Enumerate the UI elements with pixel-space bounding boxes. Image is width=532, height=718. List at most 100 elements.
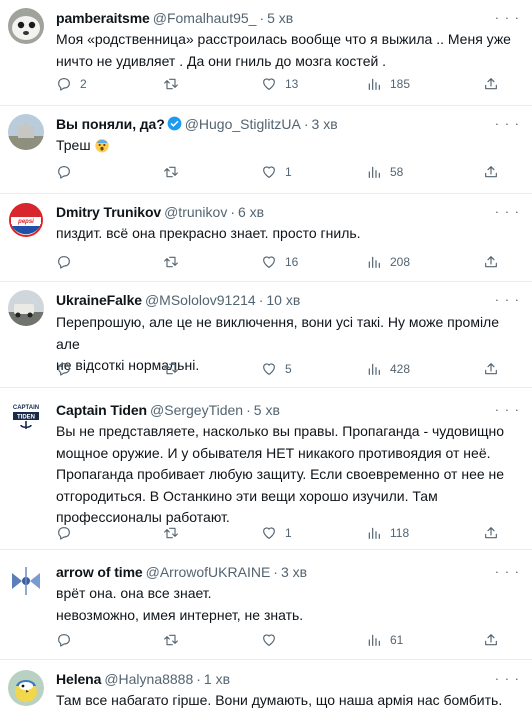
reply-tweet[interactable]: pamberaitsme @Fomalhaut95_ · 5 хв · · · Моя… [0, 0, 532, 106]
reply-tweet[interactable]: UkraineFalke @MSololov91214 · 10 хв · · · П… [0, 282, 532, 388]
reply-icon [58, 363, 70, 376]
views-button[interactable]: 428 [366, 359, 410, 379]
tweet-actions: 5 428 [56, 359, 499, 379]
user-handle[interactable]: @SergeyTiden [150, 402, 243, 418]
reply-tweet[interactable]: CAPTAIN TIDEN Captain Tiden @SergeyTiden · 5… [0, 388, 532, 550]
reply-button[interactable] [56, 252, 80, 272]
user-handle[interactable]: @Fomalhaut95_ [153, 10, 257, 26]
views-button[interactable]: 61 [366, 630, 403, 650]
reply-button[interactable]: 2 [56, 74, 87, 94]
timestamp[interactable]: 3 хв [281, 564, 307, 580]
avatar[interactable] [8, 114, 44, 150]
timestamp[interactable]: 1 хв [204, 671, 230, 687]
tweet-text: Треш [56, 135, 521, 157]
share-button[interactable] [483, 74, 499, 94]
tweet-actions: 1 58 [56, 162, 499, 182]
share-button[interactable] [483, 252, 499, 272]
reply-tweet[interactable]: arrow of time @ArrowofUKRAINE · 3 хв · · · … [0, 550, 532, 660]
reply-icon [58, 78, 70, 91]
tweet-text-line: Моя «родственница» расстроилась вообще ч… [56, 31, 511, 47]
user-handle[interactable]: @MSololov91214 [145, 292, 256, 308]
reply-button[interactable] [56, 630, 80, 650]
tweet-header: Helena @Halyna8888 · 1 хв [56, 669, 230, 689]
tweet-header: Dmitry Trunikov @trunikov · 6 хв [56, 202, 264, 222]
reply-tweet[interactable]: pepsi Dmitry Trunikov @trunikov · 6 хв · · … [0, 194, 532, 282]
tweet-text: врёт она. она все знает. невозможно, име… [56, 583, 521, 626]
retweet-button[interactable] [163, 162, 187, 182]
retweet-button[interactable] [163, 74, 187, 94]
share-button[interactable] [483, 162, 499, 182]
timestamp[interactable]: 5 хв [254, 402, 280, 418]
display-name[interactable]: Вы поняли, да? [56, 116, 165, 132]
retweet-button[interactable] [163, 252, 187, 272]
more-options-button[interactable]: · · · [495, 290, 520, 310]
tweet-text: Там все набагато гірше. Вони думають, що… [56, 690, 521, 712]
tweet-text: Моя «родственница» расстроилась вообще ч… [56, 29, 521, 72]
tweet-actions: 16 208 [56, 252, 499, 272]
reply-button[interactable] [56, 359, 80, 379]
reply-button[interactable] [56, 523, 80, 543]
like-count: 5 [285, 362, 292, 376]
views-button[interactable]: 58 [366, 162, 403, 182]
like-button[interactable]: 5 [261, 359, 292, 379]
like-button[interactable]: 1 [261, 523, 292, 543]
verified-badge-icon [167, 116, 182, 131]
retweet-button[interactable] [163, 630, 187, 650]
avatar[interactable]: pepsi [8, 202, 44, 238]
more-options-button[interactable]: · · · [495, 562, 520, 582]
like-button[interactable] [261, 630, 285, 650]
timestamp[interactable]: 3 хв [312, 116, 338, 132]
tweet-text-line: невозможно, имея интернет, не знать. [56, 606, 304, 623]
user-handle[interactable]: @Hugo_StiglitzUA [185, 116, 301, 132]
views-button[interactable]: 208 [366, 252, 410, 272]
more-options-button[interactable]: · · · [495, 202, 520, 222]
more-options-button[interactable]: · · · [495, 669, 520, 689]
timestamp[interactable]: 5 хв [267, 10, 293, 26]
tweet-text-line: Вы не представляете, насколько вы правы.… [56, 423, 505, 439]
like-button[interactable]: 1 [261, 162, 292, 182]
svg-text:pepsi: pepsi [17, 219, 34, 225]
more-options-button[interactable]: · · · [495, 400, 520, 420]
avatar[interactable]: CAPTAIN TIDEN [8, 398, 44, 434]
display-name[interactable]: UkraineFalke [56, 292, 142, 308]
display-name[interactable]: pamberaitsme [56, 10, 150, 26]
avatar[interactable] [8, 670, 44, 706]
more-options-button[interactable]: · · · [495, 8, 520, 28]
heart-icon [263, 256, 275, 268]
retweet-button[interactable] [163, 523, 187, 543]
share-button[interactable] [483, 630, 499, 650]
more-options-button[interactable]: · · · [495, 114, 520, 134]
user-handle[interactable]: @trunikov [164, 204, 227, 220]
avatar[interactable] [8, 290, 44, 326]
views-button[interactable]: 118 [366, 523, 409, 543]
user-handle[interactable]: @ArrowofUKRAINE [146, 564, 271, 580]
retweet-button[interactable] [163, 359, 187, 379]
user-handle[interactable]: @Halyna8888 [104, 671, 193, 687]
timestamp[interactable]: 10 хв [266, 292, 300, 308]
avatar[interactable] [8, 563, 44, 599]
like-button[interactable]: 13 [261, 74, 298, 94]
display-name[interactable]: arrow of time [56, 564, 143, 580]
avatar[interactable] [8, 8, 44, 44]
reply-button[interactable] [56, 162, 80, 182]
views-button[interactable]: 185 [366, 74, 410, 94]
timestamp[interactable]: 6 хв [238, 204, 264, 220]
reply-tweet[interactable]: Helena @Halyna8888 · 1 хв · · · Там все наб… [0, 660, 532, 718]
reply-icon [58, 256, 70, 269]
separator-dot: · [303, 116, 309, 132]
retweet-icon [164, 78, 178, 90]
tweet-text-line: отгородиться. В Останкино эти вещи хорош… [56, 487, 438, 504]
share-button[interactable] [483, 523, 499, 543]
tweet-header: Вы поняли, да? @Hugo_StiglitzUA · 3 хв [56, 114, 338, 134]
like-button[interactable]: 16 [261, 252, 298, 272]
tweet-text-line: пиздит. всё она прекрасно знает. просто … [56, 225, 361, 241]
reply-tweet[interactable]: Вы поняли, да? @Hugo_StiglitzUA · 3 хв · · … [0, 106, 532, 194]
views-count: 61 [390, 633, 404, 647]
display-name[interactable]: Dmitry Trunikov [56, 204, 161, 220]
share-button[interactable] [483, 359, 499, 379]
display-name[interactable]: Helena [56, 671, 101, 687]
views-icon [368, 634, 380, 646]
views-icon [368, 78, 380, 90]
retweet-icon [164, 527, 178, 539]
display-name[interactable]: Captain Tiden [56, 402, 147, 418]
